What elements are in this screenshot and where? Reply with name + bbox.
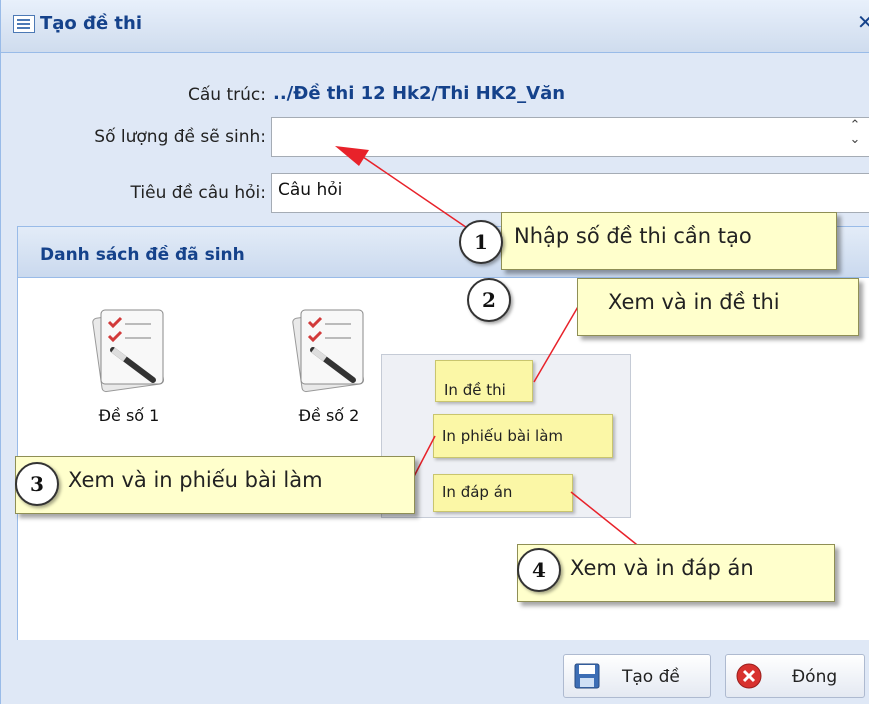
print-answers-menu-item[interactable]: In đáp án (433, 474, 573, 512)
exam-item-label: Đề số 1 (98, 406, 160, 425)
callout-2-number: 2 (467, 278, 511, 322)
callout-2: Xem và in đề thi (577, 278, 859, 336)
exam-document-icon (92, 309, 164, 393)
print-answer-sheet-menu-item[interactable]: In phiếu bài làm (433, 414, 613, 458)
callout-3-number: 3 (15, 462, 59, 506)
question-title-label: Tiêu đề câu hỏi: (130, 183, 266, 203)
callout-1-text: Nhập số đề thi cần tạo (514, 224, 752, 248)
close-button-label: Đóng (792, 667, 838, 687)
structure-label: Cấu trúc: (188, 85, 266, 105)
create-exam-button[interactable]: Tạo đề (563, 654, 711, 698)
callout-4-text: Xem và in đáp án (570, 556, 754, 580)
callout-4-number: 4 (517, 548, 561, 592)
window-titlebar: Tạo đề thi ✕ (1, 0, 869, 53)
close-circle-icon (736, 663, 762, 689)
save-disk-icon (574, 663, 600, 689)
stepper-up-icon[interactable]: ⌃ (844, 119, 866, 133)
callout-2-text: Xem và in đề thi (608, 290, 780, 314)
callout-3: Xem và in phiếu bài làm (15, 456, 415, 514)
panel-title: Danh sách đề đã sinh (40, 245, 245, 265)
close-button[interactable]: Đóng (725, 654, 865, 698)
form-window-icon (13, 15, 35, 33)
callout-4: Xem và in đáp án (517, 544, 835, 602)
exam-count-stepper[interactable]: ⌃ ⌄ (844, 119, 866, 157)
callout-1: Nhập số đề thi cần tạo (501, 212, 837, 270)
exam-item-1[interactable]: Đề số 1 (69, 300, 189, 425)
exam-item-label: Đề số 2 (298, 406, 360, 425)
print-exam-menu-item[interactable]: In đề thi (435, 360, 533, 402)
create-exam-button-label: Tạo đề (622, 667, 680, 687)
exam-count-input[interactable] (271, 117, 869, 157)
close-icon[interactable]: ✕ (857, 10, 869, 38)
window-title: Tạo đề thi (40, 13, 143, 34)
callout-3-text: Xem và in phiếu bài làm (68, 468, 323, 492)
window-footer: Tạo đề Đóng (1, 640, 869, 704)
exam-form: Cấu trúc: ../Đề thi 12 Hk2/Thi HK2_Văn S… (1, 53, 869, 223)
create-exam-window: Tạo đề thi ✕ Cấu trúc: ../Đề thi 12 Hk2/… (0, 0, 869, 704)
exam-item-2[interactable]: Đề số 2 (269, 300, 389, 425)
callout-1-number: 1 (459, 220, 503, 264)
question-title-input[interactable]: Câu hỏi (271, 173, 869, 213)
exam-count-label: Số lượng đề sẽ sinh: (94, 127, 266, 147)
structure-value: ../Đề thi 12 Hk2/Thi HK2_Văn (273, 83, 566, 104)
stepper-down-icon[interactable]: ⌄ (844, 133, 866, 147)
exam-document-icon (292, 309, 364, 393)
